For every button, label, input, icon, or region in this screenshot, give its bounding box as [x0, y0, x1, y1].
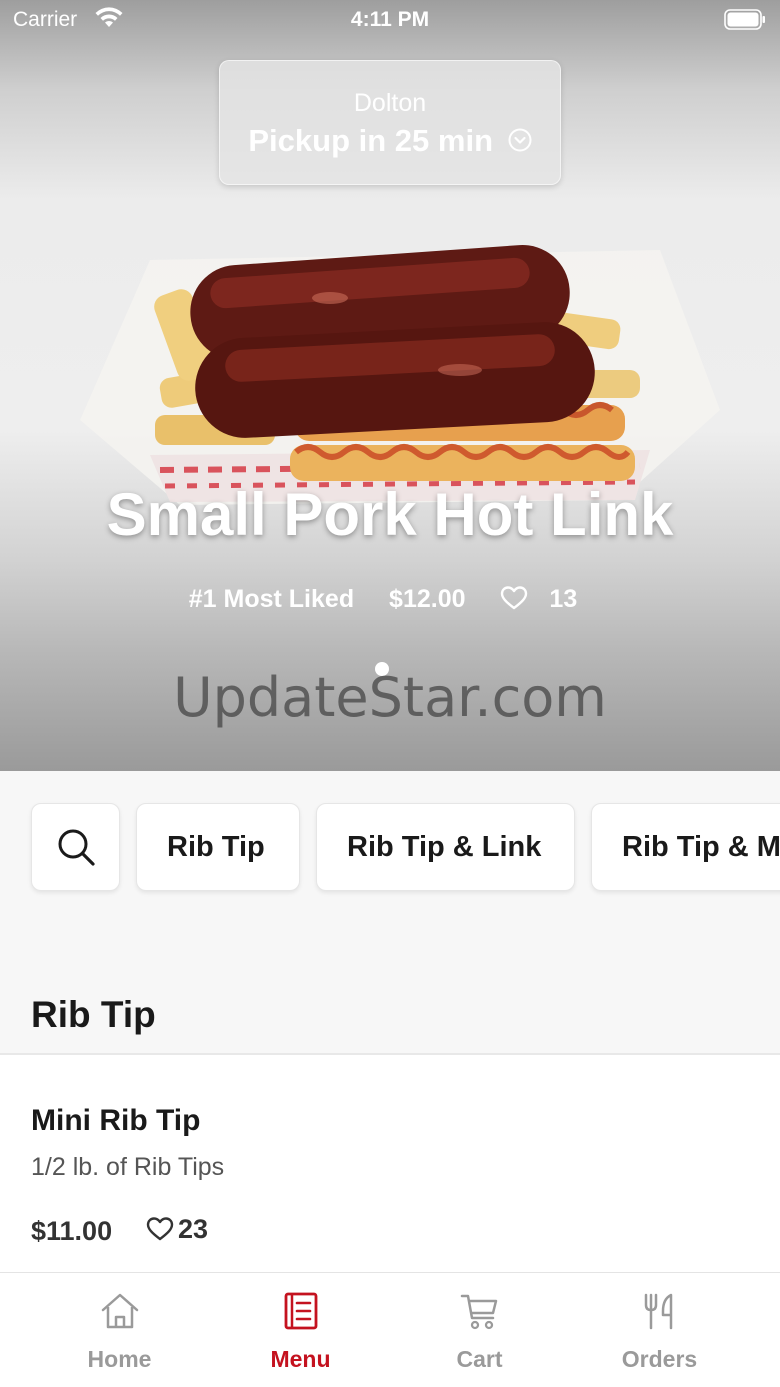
orders-icon: [644, 1293, 673, 1330]
menu-item-price: $11.00: [31, 1216, 113, 1246]
chip-rib-tip-mini-link[interactable]: Rib Tip & Mini Link: [591, 803, 780, 891]
clock: 4:11 PM: [350, 8, 430, 31]
menu-item-description: 1/2 lb. of Rib Tips: [31, 1153, 225, 1181]
search-button[interactable]: [31, 803, 120, 891]
menu-item-likes[interactable]: 23: [146, 1214, 208, 1245]
location-city: Dolton: [353, 89, 427, 117]
featured-likes-count: 13: [549, 585, 578, 614]
pickup-time: Pickup in 25 min: [220, 123, 560, 159]
menu-item-likes-count: 23: [178, 1214, 209, 1244]
featured-price: $12.00: [389, 584, 466, 613]
pickup-time-label: Pickup in 25 min: [248, 123, 493, 158]
cart-icon: [460, 1294, 498, 1330]
chip-rib-tip[interactable]: Rib Tip: [136, 803, 300, 891]
category-chips[interactable]: Rib Tip Rib Tip & Link Rib Tip & Mini Li…: [0, 771, 780, 931]
tab-home[interactable]: Home: [22, 1273, 217, 1387]
section-title: Rib Tip: [31, 994, 156, 1035]
search-icon: [58, 829, 95, 866]
featured-item-meta: #1 Most Liked $12.00 13: [0, 584, 780, 614]
featured-item-title: Small Pork Hot Link: [106, 481, 674, 548]
featured-rank: #1 Most Liked: [188, 584, 355, 613]
home-icon: [101, 1293, 139, 1329]
tab-menu-label: Menu: [270, 1346, 331, 1372]
tab-orders[interactable]: Orders: [562, 1273, 757, 1387]
heart-icon: [146, 1217, 174, 1241]
heart-icon: [501, 586, 528, 610]
chevron-down-circle-icon: [508, 128, 532, 152]
location-selector[interactable]: Dolton Pickup in 25 min: [219, 60, 561, 185]
chip-rib-tip-link[interactable]: Rib Tip & Link: [316, 803, 575, 891]
tab-menu[interactable]: Menu: [203, 1273, 398, 1387]
tab-orders-label: Orders: [621, 1346, 698, 1372]
battery-icon: [724, 9, 765, 30]
menu-icon: [284, 1292, 318, 1330]
tab-home-label: Home: [87, 1346, 152, 1372]
status-bar: Carrier 4:11 PM: [0, 0, 780, 40]
hero-banner[interactable]: Carrier 4:11 PM Dolton Pickup in 25 min: [0, 0, 780, 771]
menu-item-card[interactable]: Mini Rib Tip 1/2 lb. of Rib Tips $11.00 …: [0, 1055, 780, 1272]
menu-item-name: Mini Rib Tip: [31, 1104, 201, 1137]
tab-cart-label: Cart: [456, 1346, 503, 1372]
tab-bar: Home Menu Cart Orders: [0, 1272, 780, 1387]
tab-cart[interactable]: Cart: [382, 1273, 577, 1387]
watermark: UpdateStar.com: [173, 666, 607, 729]
featured-likes: 13: [500, 584, 591, 614]
